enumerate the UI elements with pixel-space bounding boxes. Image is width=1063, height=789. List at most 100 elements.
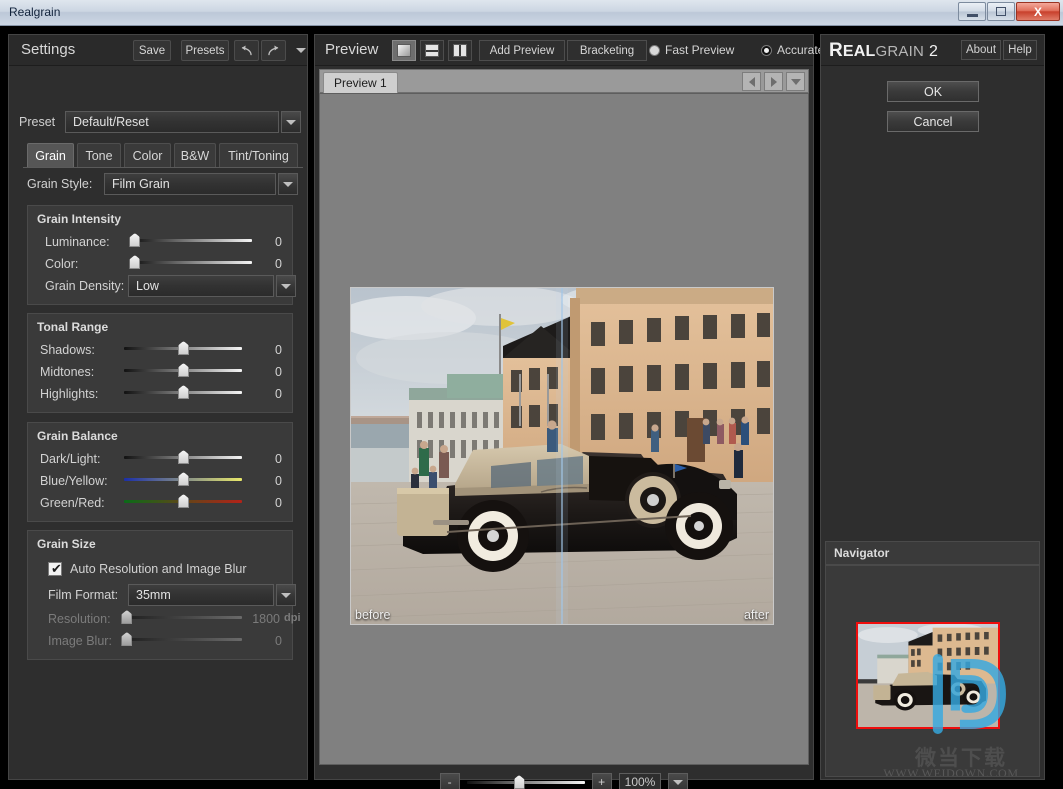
zoom-slider[interactable]: [466, 775, 585, 789]
preset-select[interactable]: Default/Reset: [65, 111, 279, 133]
tab-tint-toning[interactable]: Tint/Toning: [219, 143, 298, 167]
presets-button[interactable]: Presets: [181, 40, 229, 61]
shadows-slider[interactable]: [124, 341, 242, 355]
navigator-header: Navigator: [825, 541, 1040, 565]
bracketing-button[interactable]: Bracketing: [567, 40, 647, 61]
slider-knob[interactable]: [178, 341, 189, 355]
grain-style-select[interactable]: Film Grain: [104, 173, 276, 195]
grain-size-title: Grain Size: [37, 537, 96, 551]
realgrain-window: Realgrain X Settings Save Presets Preset…: [0, 0, 1063, 789]
single-view-button[interactable]: [392, 40, 416, 61]
grain-balance-title: Grain Balance: [37, 429, 118, 443]
preview-next-button[interactable]: [764, 72, 783, 91]
midtones-slider[interactable]: [124, 363, 242, 377]
accurate-label: Accurate: [777, 43, 825, 57]
luminance-value: 0: [275, 235, 282, 249]
film-format-select-arrow[interactable]: [276, 584, 296, 606]
vertical-split-view-button[interactable]: [448, 40, 472, 61]
close-button[interactable]: X: [1016, 2, 1060, 21]
preview-tab-1[interactable]: Preview 1: [323, 72, 398, 93]
settings-panel: Settings Save Presets Preset Default/Res…: [8, 34, 308, 780]
right-panel: REAL GRAIN 2 About Help OK Cancel Naviga…: [820, 34, 1045, 780]
preset-select-arrow[interactable]: [281, 111, 301, 133]
preview-prev-button[interactable]: [742, 72, 761, 91]
add-preview-button[interactable]: Add Preview: [479, 40, 565, 61]
grain-density-label: Grain Density:: [45, 279, 125, 293]
zoom-menu-button[interactable]: [668, 772, 689, 789]
after-label: after: [743, 608, 769, 622]
brand-version: 2: [929, 43, 938, 60]
undo-icon: [241, 45, 252, 56]
dark-light-slider[interactable]: [124, 450, 242, 464]
preview-canvas[interactable]: before after: [319, 93, 809, 765]
highlights-value: 0: [275, 387, 282, 401]
tab-tone[interactable]: Tone: [77, 143, 121, 167]
image-blur-slider: [121, 632, 242, 646]
help-button[interactable]: Help: [1003, 40, 1037, 60]
luminance-slider[interactable]: [129, 233, 252, 247]
slider-knob[interactable]: [178, 385, 189, 399]
slider-knob[interactable]: [178, 363, 189, 377]
dark-light-value: 0: [275, 452, 282, 466]
slider-knob[interactable]: [178, 494, 189, 508]
slider-knob[interactable]: [178, 450, 189, 464]
minimize-button[interactable]: [958, 2, 986, 21]
settings-menu-button[interactable]: [290, 40, 312, 61]
image-blur-value: 0: [275, 634, 282, 648]
slider-knob[interactable]: [513, 775, 525, 789]
blue-yellow-slider[interactable]: [124, 472, 242, 486]
grain-density-select[interactable]: Low: [128, 275, 274, 297]
title-bar: Realgrain X: [0, 0, 1063, 26]
cancel-button[interactable]: Cancel: [887, 111, 979, 132]
redo-button[interactable]: [261, 40, 286, 61]
highlights-label: Highlights:: [40, 387, 99, 401]
color-value: 0: [275, 257, 282, 271]
chevron-down-icon: [286, 119, 296, 125]
zoom-in-button[interactable]: +: [591, 772, 612, 789]
tab-grain[interactable]: Grain: [27, 143, 74, 167]
zoom-out-button[interactable]: -: [439, 772, 460, 789]
ok-button[interactable]: OK: [887, 81, 979, 102]
auto-resolution-checkbox[interactable]: ✔: [48, 562, 62, 576]
slider-knob: [121, 610, 133, 624]
chevron-down-icon: [281, 283, 291, 289]
green-red-slider[interactable]: [124, 494, 242, 508]
tonal-range-section: Tonal Range Shadows: 0 Midtones: 0 Highl…: [27, 313, 293, 413]
undo-button[interactable]: [234, 40, 259, 61]
check-icon: ✔: [51, 561, 62, 576]
zoom-level-value[interactable]: 100%: [618, 772, 662, 789]
slider-knob[interactable]: [178, 472, 189, 486]
redo-icon: [268, 45, 279, 56]
grain-density-select-arrow[interactable]: [276, 275, 296, 297]
watermark-url: WWW.WEIDOWN.COM: [883, 766, 1019, 777]
window-controls: X: [958, 2, 1060, 21]
blue-yellow-label: Blue/Yellow:: [40, 474, 108, 488]
settings-tabs: Grain Tone Color B&W Tint/Toning: [23, 143, 303, 168]
color-slider[interactable]: [129, 255, 252, 269]
fast-preview-label: Fast Preview: [665, 43, 735, 57]
about-button[interactable]: About: [961, 40, 1001, 60]
slider-track: [466, 781, 585, 784]
navigator-body[interactable]: 微当下载 WWW.WEIDOWN.COM: [825, 565, 1040, 777]
highlights-slider[interactable]: [124, 385, 242, 399]
resolution-value: 1800: [252, 612, 280, 626]
triangle-right-icon: [770, 76, 777, 87]
accurate-radio[interactable]: Accurate: [761, 43, 824, 57]
maximize-button[interactable]: [987, 2, 1015, 21]
save-button[interactable]: Save: [133, 40, 171, 61]
watermark-logo-icon: [932, 653, 1006, 735]
slider-knob[interactable]: [129, 233, 141, 247]
slider-knob[interactable]: [129, 255, 141, 269]
slider-track: [132, 239, 252, 242]
horizontal-split-view-button[interactable]: [420, 40, 444, 61]
preview-image[interactable]: before after: [350, 287, 774, 625]
film-format-select[interactable]: 35mm: [128, 584, 274, 606]
tab-bw[interactable]: B&W: [174, 143, 216, 167]
single-view-icon: [397, 44, 411, 57]
fast-preview-radio[interactable]: Fast Preview: [649, 43, 734, 57]
grain-style-select-arrow[interactable]: [278, 173, 298, 195]
vertical-split-view-icon: [453, 44, 467, 57]
settings-header: Settings Save Presets: [9, 35, 307, 66]
tab-color[interactable]: Color: [124, 143, 171, 167]
preview-menu-button[interactable]: [786, 72, 805, 91]
